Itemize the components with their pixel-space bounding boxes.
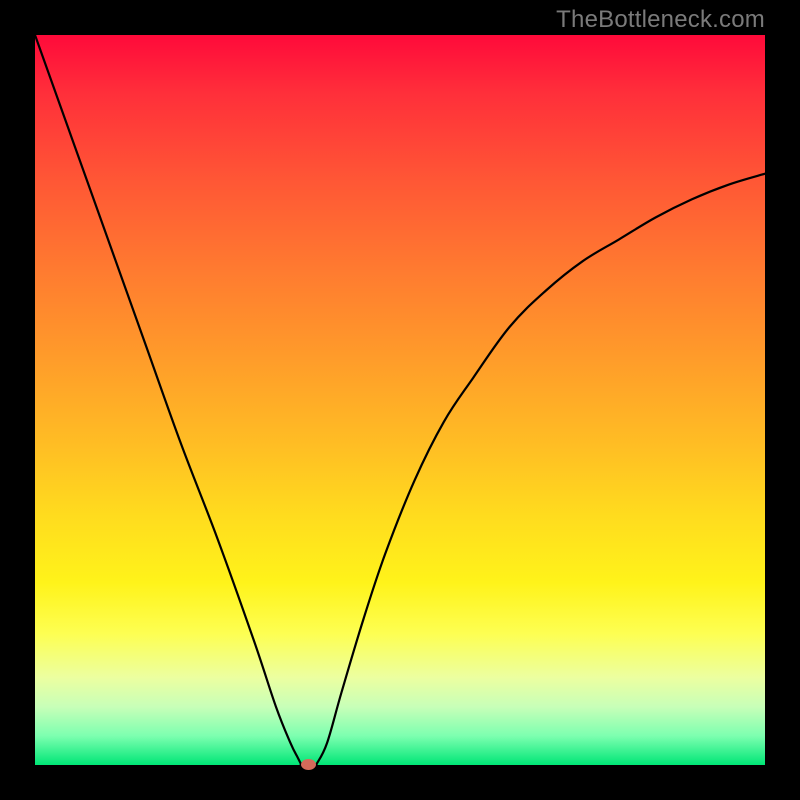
plot-area [35,35,765,765]
chart-frame: TheBottleneck.com [0,0,800,800]
attribution-text: TheBottleneck.com [556,6,765,34]
bottleneck-curve [35,35,765,765]
curve-path [35,35,765,765]
minimum-marker [301,759,316,770]
